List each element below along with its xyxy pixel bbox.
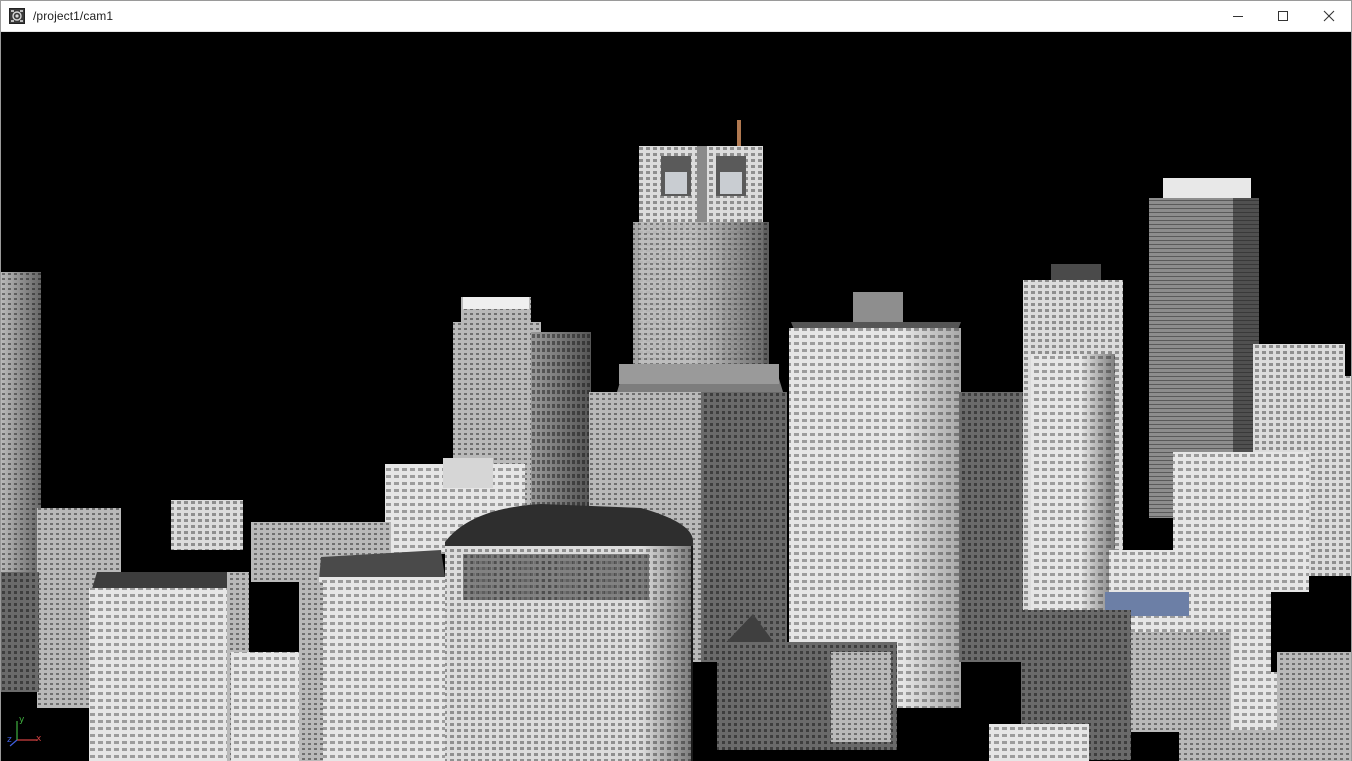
maximize-icon xyxy=(1278,11,1288,21)
building-right-white-cluster xyxy=(1023,264,1123,614)
building-twin-tower xyxy=(633,120,769,392)
close-icon xyxy=(1323,10,1335,22)
window-title: /project1/cam1 xyxy=(33,9,114,23)
x-axis-label: x xyxy=(36,734,42,744)
building-dark-narrow xyxy=(959,392,1023,662)
city-model-render xyxy=(1,120,1351,761)
app-window: /project1/cam1 x y z xyxy=(0,0,1352,761)
camera-node-icon xyxy=(9,8,25,24)
axis-gizmo: x y z xyxy=(7,715,47,755)
maximize-button[interactable] xyxy=(1260,1,1306,31)
building-curved-roof xyxy=(445,504,693,761)
y-axis-label: y xyxy=(19,715,25,725)
3d-viewport[interactable]: x y z xyxy=(1,32,1351,761)
building-left-foreground xyxy=(1,500,445,761)
close-button[interactable] xyxy=(1306,1,1352,31)
minimize-button[interactable] xyxy=(1215,1,1261,31)
z-axis-label: z xyxy=(7,735,12,745)
minimize-icon xyxy=(1233,16,1243,17)
title-bar[interactable]: /project1/cam1 xyxy=(1,1,1351,32)
